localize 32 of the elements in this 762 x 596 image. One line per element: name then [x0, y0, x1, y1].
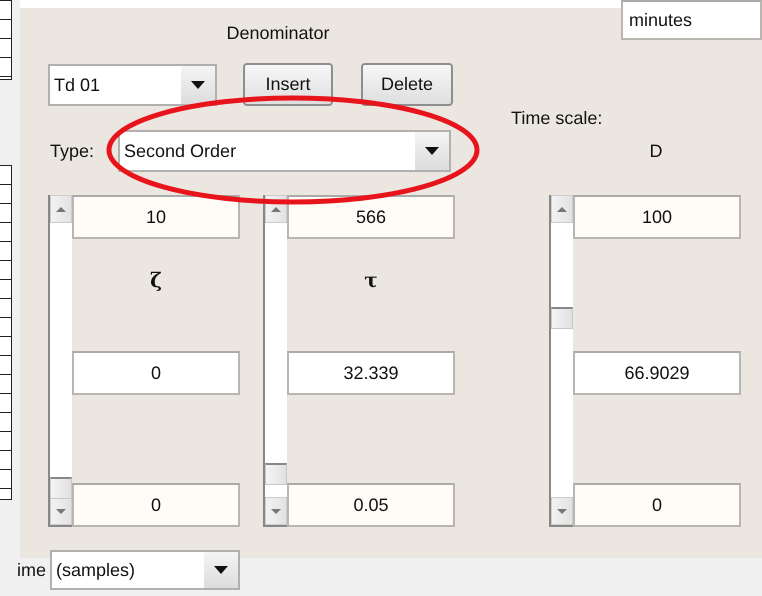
scroll-down-button[interactable]	[265, 497, 287, 525]
parameter-symbol: ζ	[150, 267, 162, 294]
delete-button[interactable]: Delete	[361, 63, 453, 106]
slider-thumb[interactable]	[50, 477, 72, 499]
section-title: Denominator	[225, 22, 331, 44]
value-field[interactable]: 32.339	[287, 351, 455, 395]
scroll-down-button[interactable]	[551, 497, 573, 525]
slider-thumb[interactable]	[551, 307, 573, 330]
parameter-symbol: D	[648, 140, 664, 162]
scroll-down-button[interactable]	[50, 497, 72, 525]
value-field[interactable]: 66.9029	[573, 351, 741, 395]
time-unit-field[interactable]: minutes	[621, 0, 762, 40]
value-field[interactable]: 0	[72, 351, 240, 395]
min-field[interactable]: 0	[72, 483, 240, 527]
parameter-symbol: τ	[364, 267, 378, 294]
slider-thumb[interactable]	[265, 462, 287, 485]
max-field[interactable]: 566	[287, 195, 455, 239]
type-label: Type:	[49, 140, 96, 163]
caret-icon	[191, 81, 205, 89]
scroll-up-button[interactable]	[551, 195, 573, 223]
max-field[interactable]: 10	[72, 195, 240, 239]
max-field[interactable]: 100	[573, 195, 741, 239]
min-field[interactable]: 0	[573, 483, 741, 527]
min-field[interactable]: 0.05	[287, 483, 455, 527]
caret-icon	[214, 566, 228, 574]
scroll-up-button[interactable]	[50, 195, 72, 223]
caret-icon	[425, 147, 439, 155]
dropdown[interactable]: (samples)	[50, 550, 240, 590]
time-axis-label: ime	[17, 558, 46, 582]
dropdown[interactable]: Td 01	[48, 64, 217, 106]
time-scale-label: Time scale:	[511, 107, 602, 130]
dropdown[interactable]: Second Order	[118, 130, 451, 172]
